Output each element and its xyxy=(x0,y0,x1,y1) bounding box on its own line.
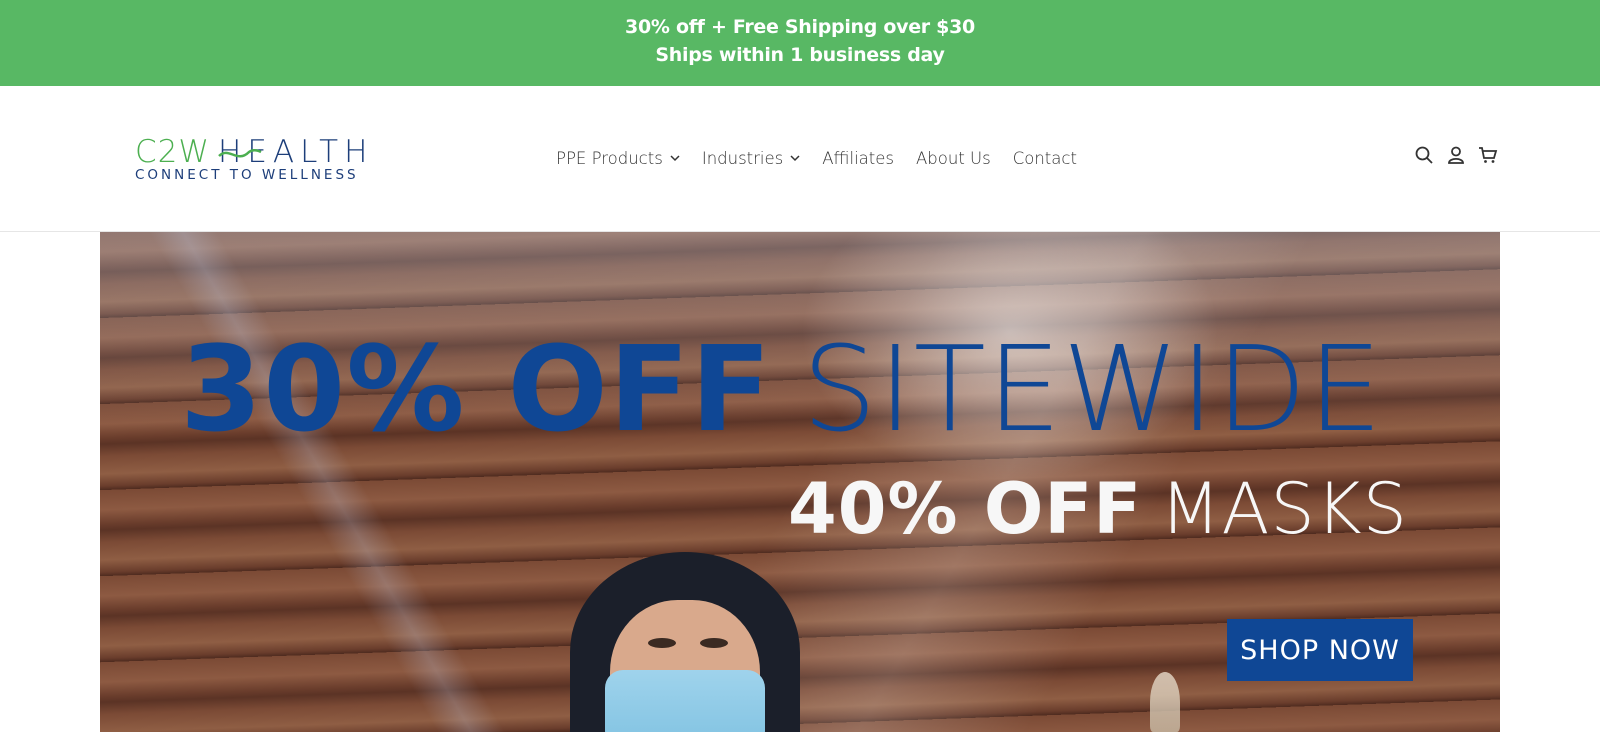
nav-about-us[interactable]: About Us xyxy=(916,146,991,170)
nav-label: Contact xyxy=(1012,148,1077,168)
eye xyxy=(648,638,676,648)
account-icon[interactable] xyxy=(1446,145,1466,165)
announcement-line-1: 30% off + Free Shipping over $30 xyxy=(625,16,975,38)
main-nav: PPE Products Industries Affiliates About… xyxy=(556,146,1099,170)
hero-subheadline: 40% OFF MASKS xyxy=(788,468,1408,550)
cart-icon[interactable] xyxy=(1478,145,1498,165)
nav-affiliates[interactable]: Affiliates xyxy=(822,146,894,170)
headline-discount: 30% OFF xyxy=(180,320,773,458)
chevron-down-icon xyxy=(670,155,680,162)
header-icons xyxy=(1414,145,1498,165)
nav-ppe-products[interactable]: PPE Products xyxy=(556,146,680,170)
hero-headline: 30% OFF SITEWIDE xyxy=(180,320,1383,458)
search-icon[interactable] xyxy=(1414,145,1434,165)
announcement-line-2: Ships within 1 business day xyxy=(655,44,945,66)
site-header: C2W HEALTH CONNECT TO WELLNESS PPE Produc… xyxy=(0,86,1600,232)
nav-label: About Us xyxy=(916,148,991,168)
hero-banner[interactable]: 30% OFF SITEWIDE 40% OFF MASKS SHOP NOW xyxy=(100,232,1500,732)
face-mask xyxy=(605,670,765,732)
nav-label: PPE Products xyxy=(556,148,663,168)
logo-c2w: C2W xyxy=(135,134,211,170)
shop-now-button[interactable]: SHOP NOW xyxy=(1227,619,1413,681)
eye xyxy=(700,638,728,648)
hero-person-image xyxy=(570,552,800,732)
headline-scope: SITEWIDE xyxy=(802,320,1384,458)
nav-contact[interactable]: Contact xyxy=(1013,146,1077,170)
subline-discount: 40% OFF xyxy=(788,468,1143,550)
announcement-bar: 30% off + Free Shipping over $30 Ships w… xyxy=(0,0,1600,86)
plant-decoration xyxy=(1150,672,1180,732)
nav-label: Industries xyxy=(701,148,784,168)
chevron-down-icon xyxy=(790,155,800,162)
subline-scope: MASKS xyxy=(1160,468,1409,550)
logo-wave-icon xyxy=(218,148,262,158)
nav-label: Affiliates xyxy=(822,148,895,168)
nav-industries[interactable]: Industries xyxy=(702,146,800,170)
site-logo[interactable]: C2W HEALTH CONNECT TO WELLNESS xyxy=(135,134,375,186)
logo-tagline: CONNECT TO WELLNESS xyxy=(135,167,359,183)
